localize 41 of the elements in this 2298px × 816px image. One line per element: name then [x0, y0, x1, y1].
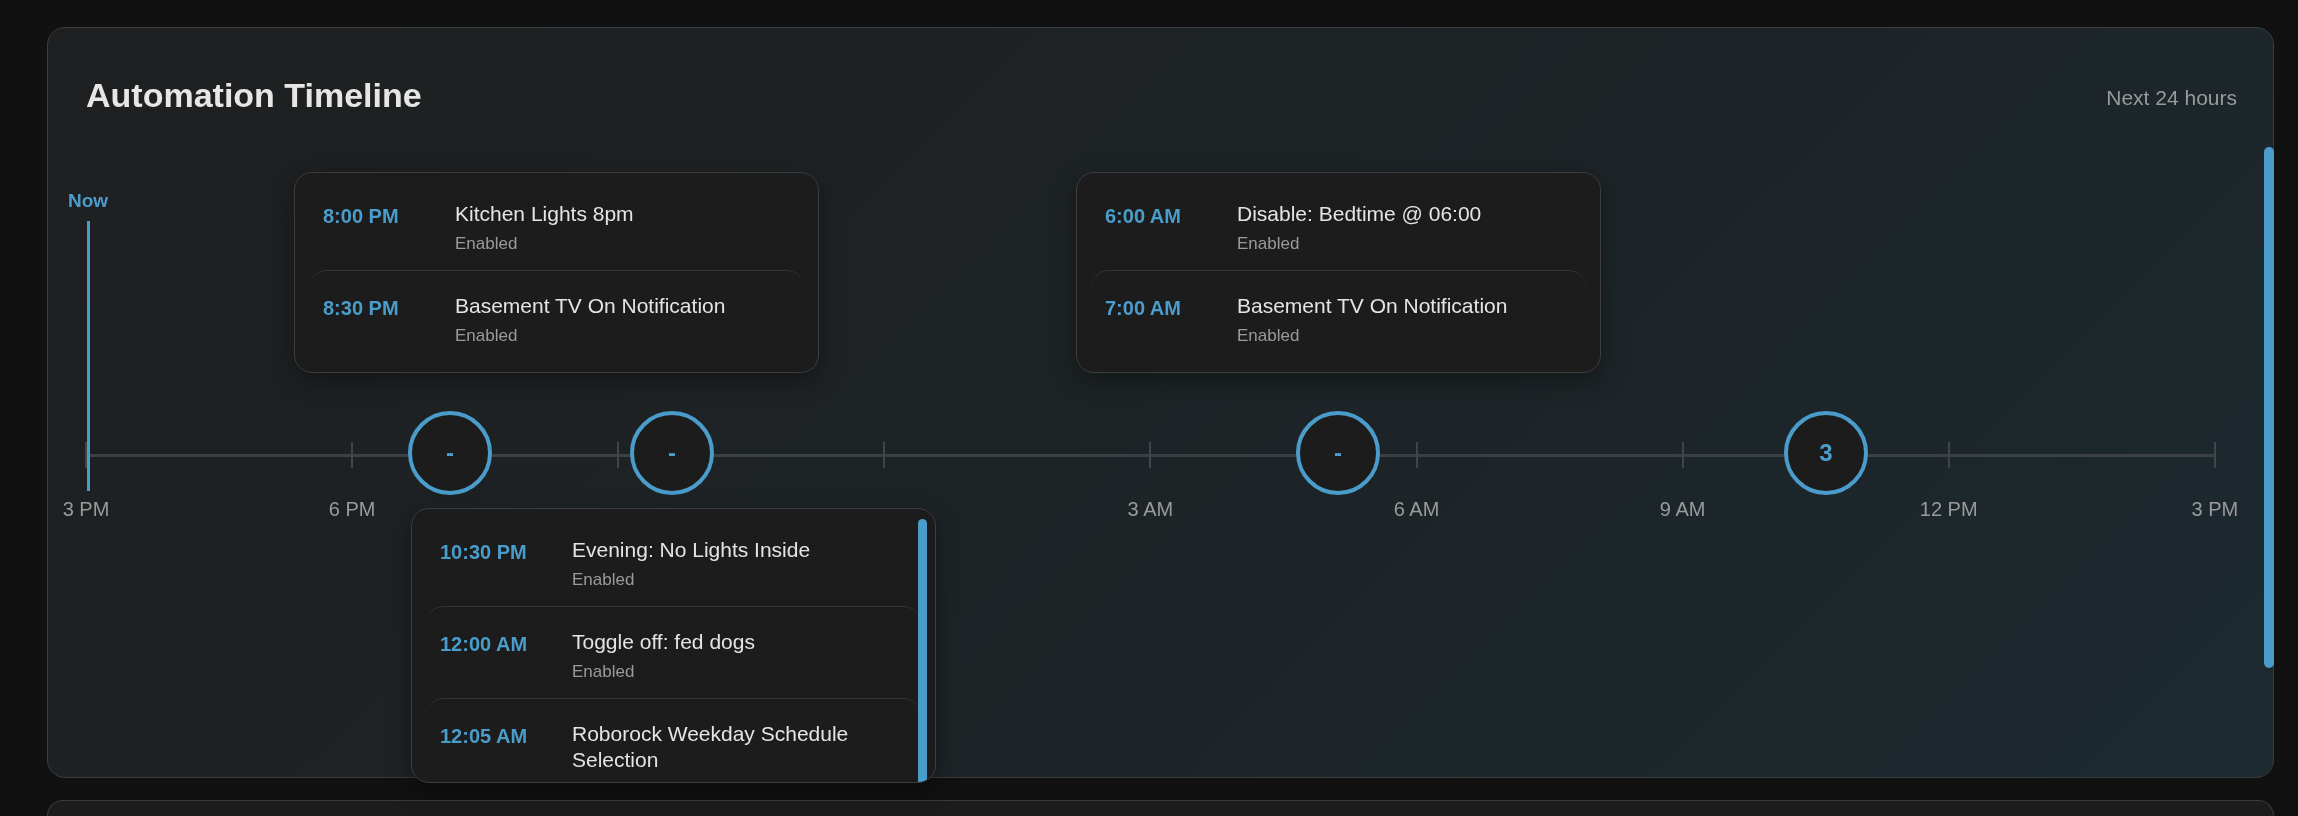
event-name: Disable: Bedtime @ 06:00	[1237, 201, 1482, 227]
event-status: Enabled	[572, 570, 636, 591]
event-name: Toggle off: fed dogs	[572, 629, 755, 655]
event-row[interactable]: 7:00 AM Basement TV On Notification Enabled	[1091, 270, 1586, 363]
axis-label: 3 PM	[2191, 498, 2239, 521]
axis-label: 3 PM	[62, 498, 110, 521]
event-marker[interactable]: 3	[1784, 411, 1868, 495]
event-name: Evening: No Lights Inside	[572, 537, 811, 563]
event-status: Enabled	[455, 234, 519, 255]
event-time: 12:00 AM	[440, 633, 529, 658]
event-row[interactable]: 8:30 PM Basement TV On Notification Enabled	[309, 270, 804, 363]
event-time: 6:00 AM	[1105, 205, 1182, 229]
axis-label: 6 AM	[1393, 498, 1440, 521]
now-label: Now	[67, 190, 109, 212]
event-status: Enabled	[1237, 326, 1301, 347]
event-time: 12:05 AM	[440, 725, 529, 750]
axis-label: 6 PM	[328, 498, 376, 521]
event-marker[interactable]: -	[1296, 411, 1380, 495]
event-name: Basement TV On Notification	[1237, 293, 1508, 319]
event-name: Kitchen Lights 8pm	[455, 201, 634, 227]
event-time: 10:30 PM	[440, 541, 528, 565]
scrollbar-thumb[interactable]	[2264, 147, 2274, 668]
event-time: 7:00 AM	[1105, 297, 1182, 322]
event-time: 8:30 PM	[323, 297, 400, 322]
card-title: Automation Timeline	[86, 76, 422, 115]
event-marker[interactable]: -	[408, 411, 492, 495]
event-name: Basement TV On Notification	[455, 293, 726, 319]
axis-label: 3 AM	[1127, 498, 1174, 521]
axis-label: 12 PM	[1919, 498, 1978, 521]
axis-label: 9 AM	[1659, 498, 1706, 521]
event-status: Enabled	[1237, 234, 1301, 255]
event-name: Roborock Weekday Schedule Selection	[572, 721, 850, 772]
event-status: Enabled	[572, 662, 636, 683]
event-row[interactable]: 8:00 PM Kitchen Lights 8pm Enabled	[309, 179, 804, 271]
event-row[interactable]: 6:00 AM Disable: Bedtime @ 06:00 Enabled	[1091, 179, 1586, 271]
scrollbar-thumb[interactable]	[918, 519, 927, 782]
event-time: 8:00 PM	[323, 205, 400, 229]
event-status: Enabled	[455, 326, 519, 347]
event-row[interactable]: 10:30 PM Evening: No Lights Inside Enabled	[426, 515, 921, 607]
event-marker[interactable]: -	[630, 411, 714, 495]
range-label: Next 24 hours	[2106, 86, 2237, 110]
